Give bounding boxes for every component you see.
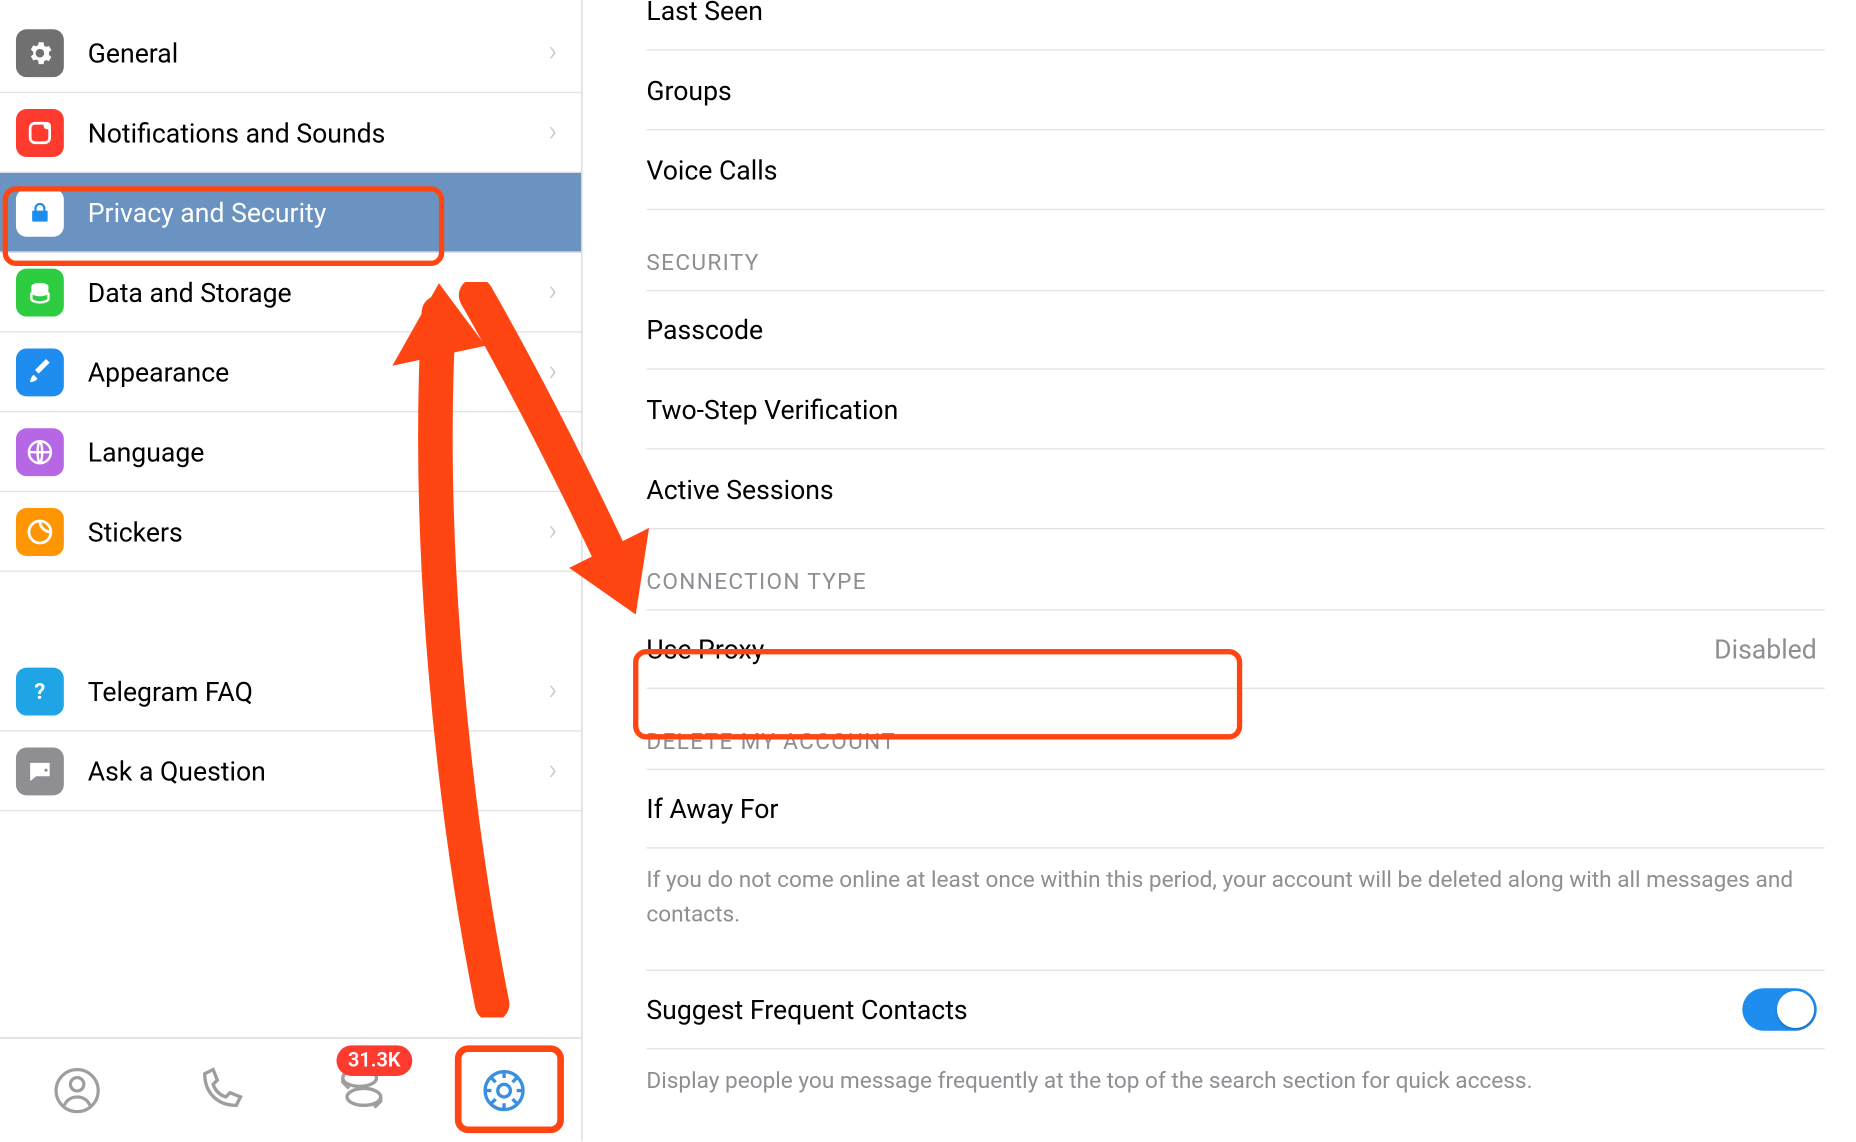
sidebar-item-label: Appearance [88, 356, 549, 388]
row-use-proxy[interactable]: Use Proxy Disabled [646, 609, 1824, 689]
globe-icon [16, 428, 64, 476]
sidebar-item-language[interactable]: Language › [0, 412, 581, 492]
sidebar-item-label: Data and Storage [88, 276, 549, 308]
row-label: If Away For [646, 793, 1824, 825]
row-value: Disabled [1714, 633, 1825, 665]
bell-icon [16, 108, 64, 156]
chat-icon [16, 747, 64, 795]
settings-sidebar: General › Notifications and Sounds › Pri… [0, 0, 583, 1141]
sidebar-item-data-storage[interactable]: Data and Storage › [0, 253, 581, 333]
chevron-right-icon: › [549, 36, 558, 69]
chevron-right-icon: › [549, 515, 558, 548]
row-groups[interactable]: Groups [646, 51, 1824, 131]
chevron-right-icon: › [549, 435, 558, 468]
chevron-right-icon: › [549, 674, 558, 707]
row-label: Suggest Frequent Contacts [646, 994, 1742, 1026]
row-active-sessions[interactable]: Active Sessions [646, 450, 1824, 530]
row-label: Two-Step Verification [646, 393, 1824, 425]
row-label: Voice Calls [646, 154, 1824, 186]
calls-tab[interactable] [163, 1050, 275, 1130]
question-icon: ? [16, 667, 64, 715]
sidebar-item-ask-question[interactable]: Ask a Question › [0, 732, 581, 812]
sidebar-item-notifications[interactable]: Notifications and Sounds › [0, 93, 581, 173]
sidebar-item-general[interactable]: General › [0, 13, 581, 93]
sticker-icon [16, 507, 64, 555]
row-label: Passcode [646, 314, 1824, 346]
row-last-seen[interactable]: Last Seen [646, 0, 1824, 51]
toggle-switch[interactable] [1742, 988, 1816, 1031]
sidebar-item-telegram-faq[interactable]: ? Telegram FAQ › [0, 652, 581, 732]
suggest-info-text: Display people you message frequently at… [646, 1049, 1824, 1112]
sidebar-item-label: Notifications and Sounds [88, 116, 549, 148]
lock-icon [16, 188, 64, 236]
svg-text:?: ? [34, 679, 45, 704]
gear-icon [16, 29, 64, 77]
section-header-delete-account: DELETE MY ACCOUNT [583, 689, 1825, 769]
row-label: Active Sessions [646, 473, 1824, 505]
sidebar-item-appearance[interactable]: Appearance › [0, 333, 581, 413]
row-voice-calls[interactable]: Voice Calls [646, 130, 1824, 210]
row-passcode[interactable]: Passcode [646, 290, 1824, 370]
unread-badge: 31.3K [336, 1045, 412, 1076]
sidebar-item-label: Language [88, 436, 549, 468]
delete-info-text: If you do not come online at least once … [646, 849, 1824, 946]
stack-icon [16, 268, 64, 316]
bottom-toolbar: 31.3K [0, 1037, 581, 1141]
chevron-right-icon: › [549, 754, 558, 787]
row-if-away-for[interactable]: If Away For [646, 769, 1824, 849]
settings-tab[interactable] [449, 1050, 561, 1130]
section-header-connection-type: CONNECTION TYPE [583, 529, 1825, 609]
chats-tab[interactable]: 31.3K [306, 1050, 418, 1130]
sidebar-item-privacy-security[interactable]: Privacy and Security [0, 173, 581, 253]
row-label: Use Proxy [646, 633, 1714, 665]
privacy-settings-content: Last Seen Groups Voice Calls SECURITY Pa… [583, 0, 1854, 1141]
row-label: Last Seen [646, 0, 1824, 26]
chevron-right-icon: › [549, 275, 558, 308]
sidebar-item-label: Stickers [88, 515, 549, 547]
chevron-right-icon: › [549, 116, 558, 149]
sidebar-item-label: Privacy and Security [88, 196, 557, 228]
contacts-tab[interactable] [21, 1050, 133, 1130]
sidebar-item-label: General [88, 37, 549, 69]
row-suggest-frequent-contacts[interactable]: Suggest Frequent Contacts [646, 970, 1824, 1050]
sidebar-item-label: Ask a Question [88, 755, 549, 787]
chevron-right-icon: › [549, 355, 558, 388]
brush-icon [16, 348, 64, 396]
row-two-step-verification[interactable]: Two-Step Verification [646, 370, 1824, 450]
row-label: Groups [646, 74, 1824, 106]
sidebar-item-label: Telegram FAQ [88, 675, 549, 707]
sidebar-item-stickers[interactable]: Stickers › [0, 492, 581, 572]
section-header-security: SECURITY [583, 210, 1825, 290]
